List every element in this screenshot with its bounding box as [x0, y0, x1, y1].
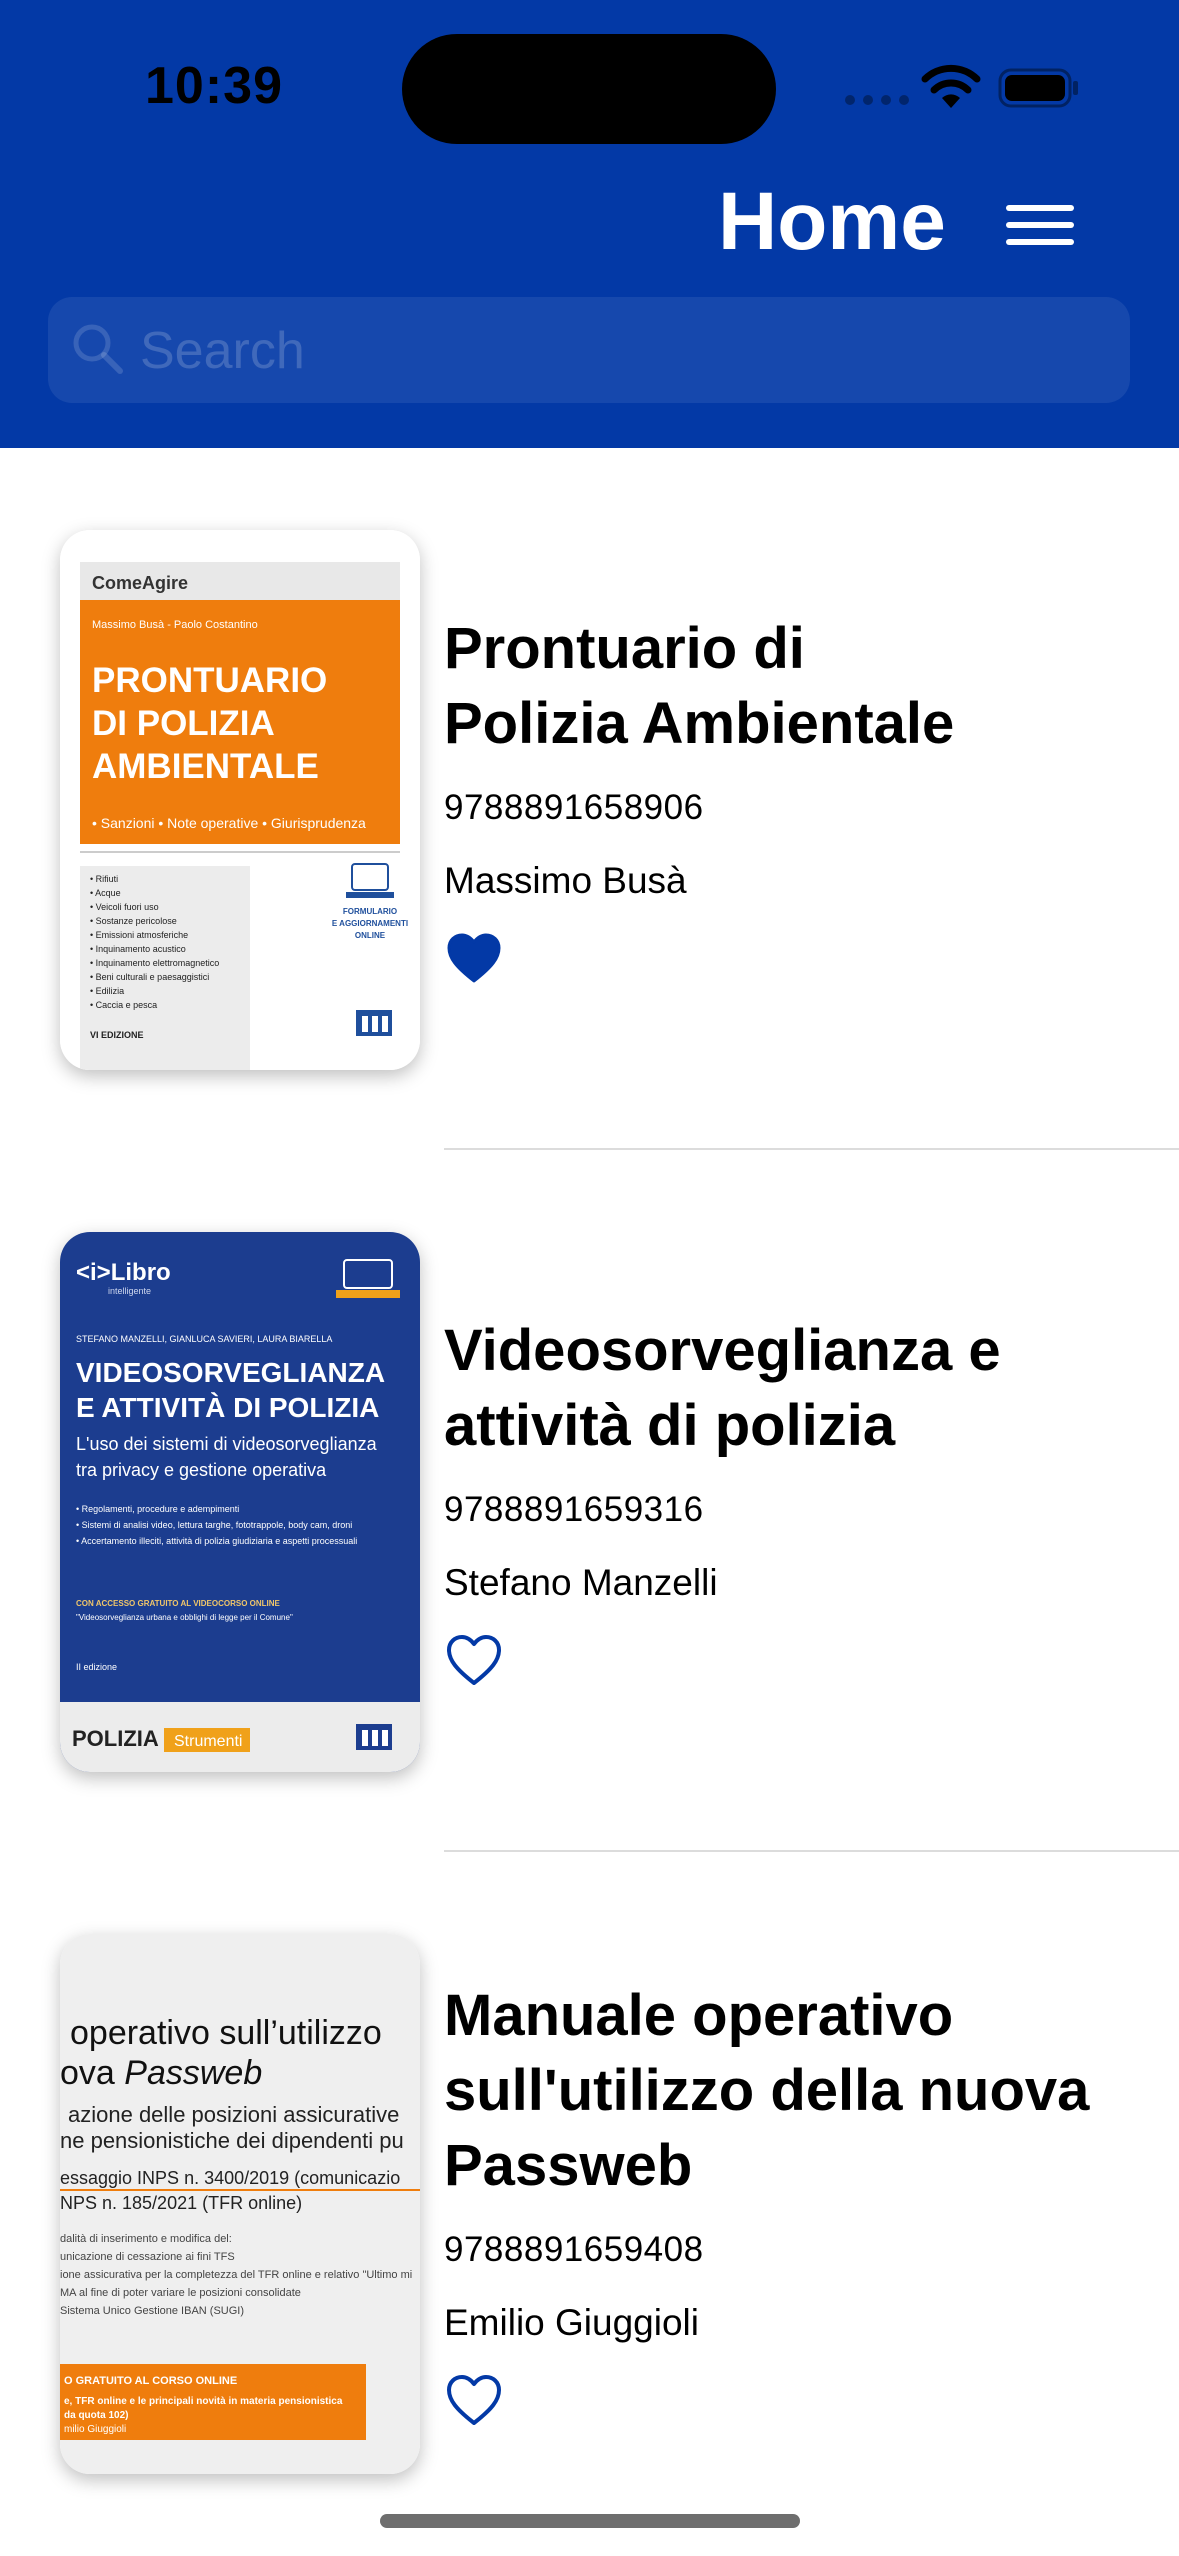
header: 10:39 Home	[0, 0, 1179, 448]
svg-text:• Veicoli fuori uso: • Veicoli fuori uso	[90, 902, 159, 912]
status-time: 10:39	[145, 57, 283, 115]
svg-text:• Caccia e pesca: • Caccia e pesca	[90, 1000, 157, 1010]
book-author: Massimo Busà	[444, 860, 687, 901]
svg-text:• Edilizia: • Edilizia	[90, 986, 124, 996]
heart-filled-icon[interactable]	[446, 932, 502, 984]
svg-text:E ATTIVITÀ DI POLIZIA: E ATTIVITÀ DI POLIZIA	[76, 1392, 379, 1423]
svg-text:POLIZIA: POLIZIA	[72, 1726, 159, 1751]
svg-text:• Sostanze pericolose: • Sostanze pericolose	[90, 916, 177, 926]
svg-text:AMBIENTALE: AMBIENTALE	[92, 747, 319, 786]
svg-text:O GRATUITO AL CORSO ONLINE: O GRATUITO AL CORSO ONLINE	[64, 2375, 237, 2387]
book-title: Videosorveglianza e attività di polizia	[444, 1318, 1001, 1458]
book-author: Stefano Manzelli	[444, 1562, 718, 1603]
svg-text:essaggio INPS n. 3400/2019 (co: essaggio INPS n. 3400/2019 (comunicazio	[60, 2168, 400, 2188]
svg-text:da quota 102): da quota 102)	[64, 2410, 128, 2421]
svg-text:Strumenti: Strumenti	[174, 1733, 242, 1750]
search-input[interactable]	[138, 297, 1102, 405]
svg-text:• Inquinamento elettromagnetic: • Inquinamento elettromagnetico	[90, 958, 219, 968]
page-title: Home	[718, 176, 946, 267]
svg-text:operativo sull’utilizzo: operativo sull’utilizzo	[70, 2014, 382, 2052]
svg-text:• Sistemi di analisi video, le: • Sistemi di analisi video, lettura targ…	[76, 1520, 352, 1530]
svg-text:tra privacy e gestione operati: tra privacy e gestione operativa	[76, 1460, 327, 1480]
svg-text:E AGGIORNAMENTI: E AGGIORNAMENTI	[332, 919, 408, 928]
svg-text:• Beni culturali e paesaggisti: • Beni culturali e paesaggistici	[90, 972, 209, 982]
list-item[interactable]: operativo sull’utilizzo ova Passweb azio…	[0, 1852, 1179, 2554]
svg-text:ONLINE: ONLINE	[355, 931, 386, 940]
svg-text:MA al fine di poter variare le: MA al fine di poter variare le posizioni…	[60, 2287, 301, 2299]
book-cover: <i>Libro intelligente STEFANO MANZELLI, …	[60, 1232, 420, 1772]
wifi-icon	[921, 64, 981, 108]
book-title: Manuale operativo sull'utilizzo della nu…	[444, 1983, 1090, 2198]
svg-text:NPS n. 185/2021 (TFR online): NPS n. 185/2021 (TFR online)	[60, 2193, 302, 2213]
svg-text:PRONTUARIO: PRONTUARIO	[92, 661, 327, 700]
svg-text:Sistema Unico Gestione IBAN (S: Sistema Unico Gestione IBAN (SUGI)	[60, 2305, 244, 2317]
svg-text:DI POLIZIA: DI POLIZIA	[92, 704, 275, 743]
book-cover: ComeAgire Massimo Busà - Paolo Costantin…	[60, 530, 420, 1070]
book-isbn: 9788891659316	[444, 1490, 704, 1529]
svg-text:• Rifiuti: • Rifiuti	[90, 874, 118, 884]
svg-text:• Emissioni atmosferiche: • Emissioni atmosferiche	[90, 930, 188, 940]
svg-text:e, TFR online e le principali: e, TFR online e le principali novità in …	[64, 2396, 343, 2407]
svg-text:L'uso dei sistemi di videosorv: L'uso dei sistemi di videosorveglianza	[76, 1434, 378, 1454]
svg-text:ova Passweb: ova Passweb	[60, 2054, 262, 2092]
svg-text:II edizione: II edizione	[76, 1662, 117, 1672]
svg-text:STEFANO MANZELLI, GIANLUCA SAV: STEFANO MANZELLI, GIANLUCA SAVIERI, LAUR…	[76, 1334, 332, 1344]
svg-text:• Inquinamento acustico: • Inquinamento acustico	[90, 944, 186, 954]
svg-text:• Sanzioni • Note operative: • Sanzioni • Note operative • Giurisprud…	[92, 815, 366, 831]
battery-icon	[998, 68, 1078, 108]
heart-outline-icon[interactable]	[446, 2374, 502, 2426]
svg-text:ComeAgire: ComeAgire	[92, 573, 188, 593]
book-title: Prontuario di Polizia Ambientale	[444, 616, 955, 756]
svg-text:ione assicurativa per la compl: ione assicurativa per la completezza del…	[60, 2269, 412, 2281]
svg-text:ne pensionistiche dei dipenden: ne pensionistiche dei dipendenti pu	[60, 2128, 404, 2153]
svg-text:CON ACCESSO GRATUITO AL VIDEOC: CON ACCESSO GRATUITO AL VIDEOCORSO ONLIN…	[76, 1599, 281, 1608]
svg-text:milio Giuggioli: milio Giuggioli	[64, 2424, 126, 2435]
svg-text:• Regolamenti, procedure e ade: • Regolamenti, procedure e adempimenti	[76, 1504, 239, 1514]
svg-text:VI EDIZIONE: VI EDIZIONE	[90, 1030, 144, 1040]
svg-text:• Acque: • Acque	[90, 888, 121, 898]
book-author: Emilio Giuggioli	[444, 2302, 699, 2343]
svg-text:unicazione di cessazione ai fi: unicazione di cessazione ai fini TFS	[60, 2251, 235, 2263]
svg-text:azione delle posizioni assicur: azione delle posizioni assicurative	[68, 2102, 399, 2127]
hamburger-menu-icon[interactable]	[1006, 205, 1074, 245]
list-item[interactable]: ComeAgire Massimo Busà - Paolo Costantin…	[0, 448, 1179, 1150]
search-bar[interactable]	[48, 297, 1130, 405]
svg-text:FORMULARIO: FORMULARIO	[343, 907, 397, 916]
svg-text:• Accertamento illeciti, attiv: • Accertamento illeciti, attività di pol…	[76, 1536, 357, 1546]
book-isbn: 9788891659408	[444, 2230, 704, 2269]
cellular-signal-icon	[845, 95, 909, 105]
svg-text:Massimo Busà - Paolo Costantin: Massimo Busà - Paolo Costantino	[92, 619, 258, 631]
svg-text:dalità di inserimento e modifi: dalità di inserimento e modifica del:	[60, 2233, 232, 2245]
book-cover: operativo sull’utilizzo ova Passweb azio…	[60, 1934, 420, 2474]
list-item[interactable]: <i>Libro intelligente STEFANO MANZELLI, …	[0, 1150, 1179, 1852]
search-icon	[73, 324, 123, 374]
heart-outline-icon[interactable]	[446, 1634, 502, 1686]
book-isbn: 9788891658906	[444, 788, 704, 827]
svg-text:<i>Libro: <i>Libro	[76, 1259, 171, 1286]
svg-text:intelligente: intelligente	[108, 1286, 151, 1296]
home-indicator[interactable]	[380, 2514, 800, 2528]
svg-text:VIDEOSORVEGLIANZA: VIDEOSORVEGLIANZA	[76, 1357, 385, 1388]
dynamic-island	[402, 34, 776, 144]
svg-text:"Videosorveglianza urbana e ob: "Videosorveglianza urbana e obblighi di …	[76, 1613, 293, 1622]
